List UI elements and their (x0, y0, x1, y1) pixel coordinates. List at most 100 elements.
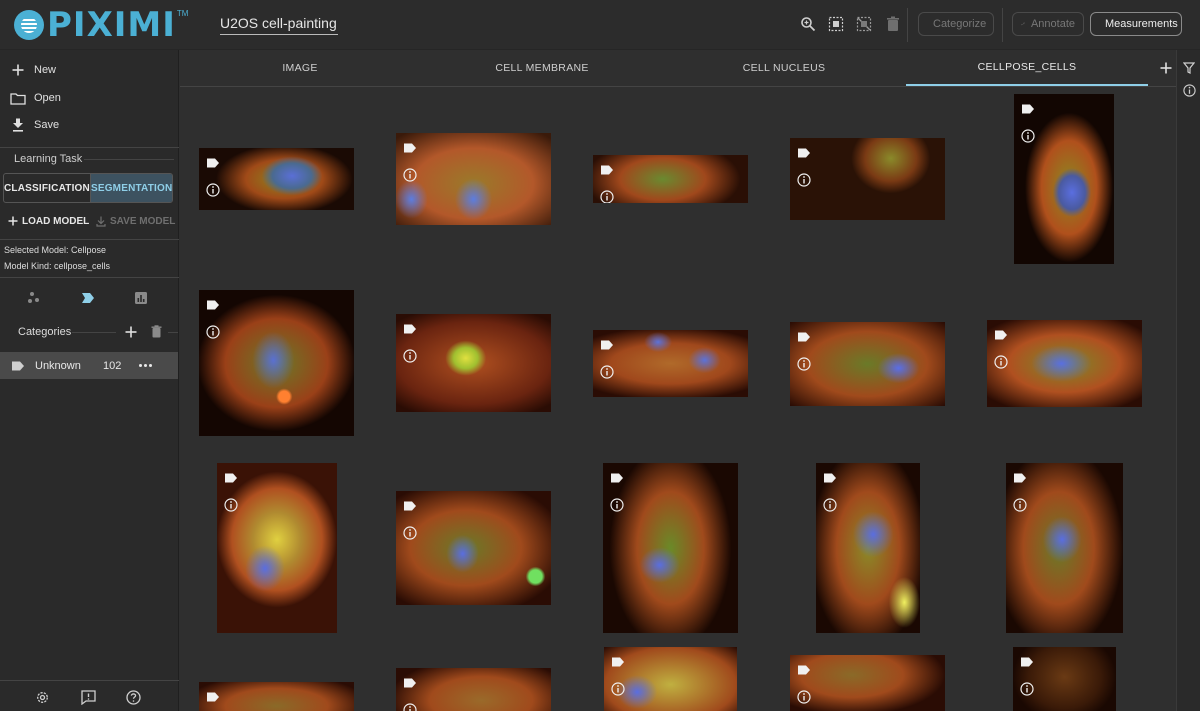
measurements-button[interactable]: Measurements (1090, 12, 1182, 36)
label-icon[interactable] (1020, 654, 1034, 672)
info-icon[interactable] (823, 498, 837, 517)
divider (168, 332, 178, 333)
categorize-button[interactable]: Categorize (918, 12, 994, 36)
add-tab-button[interactable] (1156, 58, 1176, 78)
info-icon[interactable] (610, 498, 624, 517)
image-thumbnail[interactable] (790, 138, 945, 220)
image-thumbnail[interactable] (604, 647, 737, 711)
image-thumbnail[interactable] (593, 330, 748, 397)
info-icon[interactable] (403, 526, 417, 545)
classification-button[interactable]: CLASSIFICATION (4, 174, 90, 202)
label-icon[interactable] (823, 470, 837, 488)
image-thumbnail[interactable] (1013, 647, 1116, 711)
label-icon[interactable] (206, 155, 220, 173)
info-icon[interactable] (600, 190, 614, 203)
save-model-button[interactable]: SAVE MODEL (96, 214, 175, 228)
app-root: PIXIMI TM U2OS cell-painting expe Catego… (0, 0, 1200, 711)
help-icon[interactable] (125, 689, 141, 705)
image-thumbnail[interactable] (217, 463, 337, 633)
open-project-button[interactable]: Open (0, 84, 179, 112)
label-icon[interactable] (206, 297, 220, 315)
tab-cell-nucleus[interactable]: CELL NUCLEUS (664, 50, 904, 86)
tab-image[interactable]: IMAGE (180, 50, 420, 86)
clustering-mode-icon[interactable] (26, 290, 42, 306)
label-icon[interactable] (600, 337, 614, 355)
save-project-button[interactable]: Save (0, 111, 179, 139)
load-model-button[interactable]: LOAD MODEL (8, 214, 89, 228)
label-icon[interactable] (1013, 470, 1027, 488)
info-icon[interactable] (403, 349, 417, 368)
image-thumbnail[interactable] (1006, 463, 1123, 633)
image-thumbnail[interactable] (816, 463, 920, 633)
categories-heading: Categories (18, 326, 72, 338)
zoom-icon[interactable] (798, 14, 818, 34)
image-thumbnail[interactable] (1014, 94, 1114, 264)
info-icon[interactable] (1013, 498, 1027, 517)
label-icon[interactable] (224, 470, 238, 488)
label-icon[interactable] (206, 689, 220, 707)
info-icon[interactable] (206, 325, 220, 344)
image-thumbnail[interactable] (790, 655, 945, 711)
info-icon[interactable] (797, 357, 811, 376)
measurements-label: Measurements (1105, 18, 1178, 30)
tab-cellpose-cells[interactable]: CELLPOSE_CELLS (906, 50, 1148, 86)
project-name-input[interactable]: U2OS cell-painting expe (220, 13, 338, 35)
info-icon[interactable] (1020, 682, 1034, 701)
info-icon[interactable] (403, 168, 417, 187)
image-thumbnail[interactable] (593, 155, 748, 203)
more-options-icon[interactable] (139, 364, 152, 367)
info-icon[interactable] (224, 498, 238, 517)
info-icon[interactable] (206, 183, 220, 202)
image-thumbnail[interactable] (199, 290, 354, 436)
feedback-icon[interactable] (80, 689, 96, 705)
category-count: 102 (103, 359, 122, 372)
info-icon[interactable] (1182, 83, 1196, 97)
image-thumbnail[interactable] (603, 463, 738, 633)
label-icon[interactable] (403, 140, 417, 158)
info-icon[interactable] (797, 690, 811, 709)
label-mode-icon[interactable] (80, 290, 96, 306)
info-icon[interactable] (611, 682, 625, 701)
save-model-label: SAVE MODEL (110, 215, 176, 227)
label-icon[interactable] (600, 162, 614, 180)
image-thumbnail[interactable] (396, 314, 551, 412)
settings-icon[interactable] (34, 689, 50, 705)
category-name: Unknown (35, 359, 81, 372)
image-thumbnail[interactable] (396, 668, 551, 711)
label-icon[interactable] (994, 327, 1008, 345)
chart-mode-icon[interactable] (133, 290, 149, 306)
select-all-icon[interactable] (826, 14, 846, 34)
info-icon[interactable] (403, 703, 417, 711)
label-icon[interactable] (403, 321, 417, 339)
info-icon[interactable] (600, 365, 614, 384)
info-icon[interactable] (1021, 129, 1035, 148)
label-icon[interactable] (797, 662, 811, 680)
tab-cell-membrane[interactable]: CELL MEMBRANE (422, 50, 662, 86)
info-icon[interactable] (994, 355, 1008, 374)
new-label: New (34, 64, 57, 76)
filter-icon[interactable] (1182, 61, 1196, 75)
image-thumbnail[interactable] (396, 133, 551, 225)
image-thumbnail[interactable] (987, 320, 1142, 407)
delete-icon[interactable] (883, 14, 903, 34)
add-category-button[interactable] (125, 325, 137, 338)
logo-text: PIXIMI (47, 5, 176, 45)
label-icon[interactable] (403, 675, 417, 693)
image-thumbnail[interactable] (199, 148, 354, 210)
label-icon[interactable] (403, 498, 417, 516)
label-icon[interactable] (611, 654, 625, 672)
deselect-icon[interactable] (854, 14, 874, 34)
image-thumbnail[interactable] (199, 682, 354, 711)
delete-categories-button[interactable] (151, 325, 162, 338)
info-icon[interactable] (797, 173, 811, 192)
image-thumbnail[interactable] (396, 491, 551, 605)
label-icon[interactable] (1021, 101, 1035, 119)
label-icon[interactable] (797, 329, 811, 347)
image-thumbnail[interactable] (790, 322, 945, 406)
label-icon[interactable] (610, 470, 624, 488)
annotate-button[interactable]: Annotate (1012, 12, 1084, 36)
new-project-button[interactable]: New (0, 56, 179, 84)
category-item-unknown[interactable]: Unknown 102 (0, 352, 178, 379)
segmentation-button[interactable]: SEGMENTATION (89, 174, 172, 202)
label-icon[interactable] (797, 145, 811, 163)
